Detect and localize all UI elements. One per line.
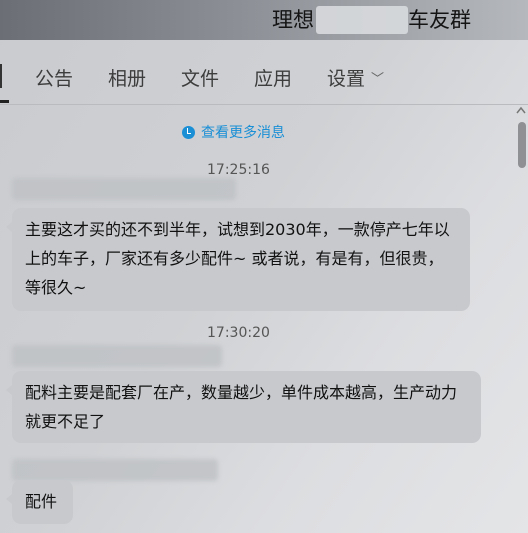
scroll-up-icon[interactable]: [516, 106, 526, 114]
chevron-down-icon: ﹀: [371, 72, 385, 87]
sender-name-redacted: [12, 345, 222, 367]
sender-name-redacted: [12, 178, 236, 200]
tab-settings[interactable]: 设置 ﹀: [327, 64, 384, 91]
window-titlebar: 理想 车友群: [0, 0, 528, 40]
view-more-messages-link[interactable]: 查看更多消息: [182, 122, 285, 142]
window-title-start: 理想: [272, 8, 314, 32]
tab-chat-partial[interactable]: [0, 64, 7, 88]
group-tabs: 公告 相册 文件 应用 设置 ﹀: [0, 40, 528, 105]
tab-apps[interactable]: 应用: [254, 64, 292, 91]
scrollbar-thumb[interactable]: [518, 122, 526, 168]
clock-icon: [182, 125, 195, 139]
message-bubble[interactable]: 配件: [6, 480, 73, 524]
window-title-end: 车友群: [408, 8, 471, 32]
message-timestamp: 17:25:16: [207, 162, 270, 178]
message-timestamp: 17:30:20: [207, 325, 270, 341]
view-more-label: 查看更多消息: [201, 125, 285, 141]
sender-name-redacted: [12, 459, 218, 481]
redacted-title-segment: [316, 6, 408, 34]
tab-settings-label: 设置: [327, 68, 366, 90]
message-bubble[interactable]: 配料主要是配套厂在产，数量越少，单件成本越高，生产动力就更不足了: [6, 371, 481, 443]
tab-announcements[interactable]: 公告: [35, 64, 73, 91]
message-bubble[interactable]: 主要这才买的还不到半年，试想到2030年，一款停产七年以上的车子，厂家还有多少配…: [6, 208, 470, 311]
active-tab-indicator: [0, 100, 9, 103]
tab-files[interactable]: 文件: [181, 64, 219, 91]
tab-album[interactable]: 相册: [108, 64, 146, 91]
